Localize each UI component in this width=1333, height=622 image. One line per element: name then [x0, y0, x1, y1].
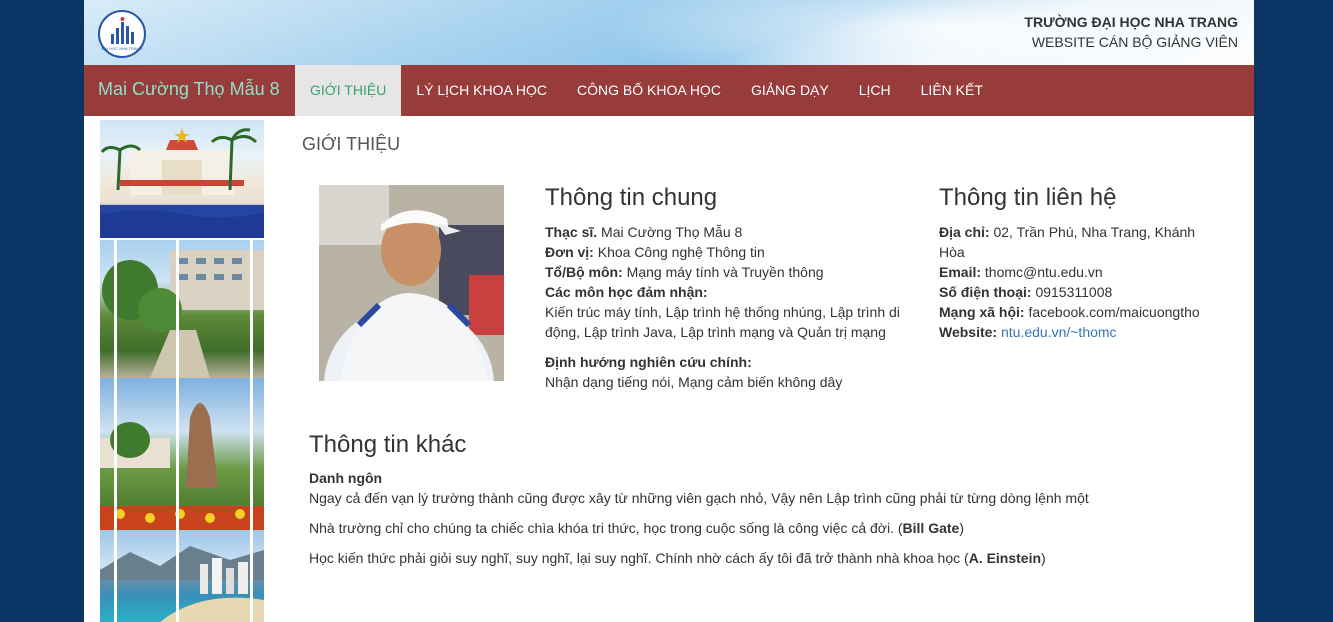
- page: ĐẠI HỌC NHA TRANG TRƯỜNG ĐẠI HỌC NHA TRA…: [84, 0, 1254, 622]
- school-info: TRƯỜNG ĐẠI HỌC NHA TRANG WEBSITE CÁN BỘ …: [1024, 12, 1238, 52]
- social-value: facebook.com/maicuongtho: [1024, 304, 1200, 320]
- contact-info: Thông tin liên hệ Địa chỉ: 02, Trần Phú,…: [939, 182, 1209, 342]
- research-value: Nhận dạng tiếng nói, Mạng cảm biến không…: [545, 374, 843, 390]
- nha-trang-bay-image: [100, 530, 264, 622]
- unit-label: Đơn vị:: [545, 244, 594, 260]
- nav-item-lich[interactable]: LỊCH: [844, 65, 906, 116]
- campus-building-image: [100, 120, 264, 238]
- strip-divider: [114, 240, 117, 622]
- social-label: Mạng xã hội:: [939, 304, 1025, 320]
- nav-items: GIỚI THIỆU LÝ LỊCH KHOA HỌC CÔNG BỐ KHOA…: [295, 65, 998, 116]
- campus-monument-image: [100, 378, 264, 530]
- page-title: GIỚI THIỆU: [302, 134, 401, 154]
- dept-row: Tổ/Bộ môn: Mạng máy tính và Truyền thông: [545, 262, 915, 282]
- phone-value: 0915311008: [1031, 284, 1113, 300]
- other-info-heading: Thông tin khác: [309, 431, 467, 458]
- research-label: Định hướng nghiên cứu chính:: [545, 354, 752, 370]
- logo-text: ĐẠI HỌC NHA TRANG: [101, 46, 142, 51]
- quote-2-end: ): [959, 520, 964, 536]
- nav-item-lien-ket[interactable]: LIÊN KẾT: [906, 65, 998, 116]
- ntu-logo-icon[interactable]: ĐẠI HỌC NHA TRANG: [98, 10, 146, 58]
- phone-label: Số điện thoại:: [939, 284, 1032, 300]
- general-info: Thông tin chung Thạc sĩ. Mai Cường Thọ M…: [545, 182, 915, 392]
- lecturer-photo: [319, 185, 504, 381]
- campus-garden-image: [100, 240, 264, 378]
- header-banner: ĐẠI HỌC NHA TRANG TRƯỜNG ĐẠI HỌC NHA TRA…: [84, 0, 1254, 65]
- quote-3-text: Học kiến thức phải giỏi suy nghĩ, suy ng…: [309, 550, 969, 566]
- dept-value: Mạng máy tính và Truyền thông: [622, 264, 824, 280]
- website-row: Website: ntu.edu.vn/~thomc: [939, 322, 1209, 342]
- quote-2-author: Bill Gate: [902, 520, 960, 536]
- nav-item-giang-day[interactable]: GIẢNG DẠY: [736, 65, 844, 116]
- degree-label: Thạc sĩ.: [545, 224, 598, 240]
- other-info: Thông tin khác Danh ngôn Ngay cả đến vạn…: [309, 430, 1209, 578]
- website-link[interactable]: ntu.edu.vn/~thomc: [1001, 324, 1117, 340]
- main-nav: Mai Cường Thọ Mẫu 8 GIỚI THIỆU LÝ LỊCH K…: [84, 65, 1254, 116]
- courses-label: Các môn học đảm nhận:: [545, 284, 708, 300]
- nav-item-gioi-thieu[interactable]: GIỚI THIỆU: [295, 65, 402, 116]
- degree-row: Thạc sĩ. Mai Cường Thọ Mẫu 8: [545, 222, 915, 242]
- quote-3-end: ): [1041, 550, 1046, 566]
- website-label: Website:: [939, 324, 998, 340]
- phone-row: Số điện thoại: 0915311008: [939, 282, 1209, 302]
- email-value: thomc@ntu.edu.vn: [981, 264, 1103, 280]
- quote-2-text: Nhà trường chỉ cho chúng ta chiếc chìa k…: [309, 520, 903, 536]
- social-row: Mạng xã hội: facebook.com/maicuongtho: [939, 302, 1209, 322]
- site-name: WEBSITE CÁN BỘ GIẢNG VIÊN: [1031, 34, 1238, 50]
- address-label: Địa chỉ:: [939, 224, 990, 240]
- email-row: Email: thomc@ntu.edu.vn: [939, 262, 1209, 282]
- main-content: GIỚI THIỆU Thông tin chung Thạc sĩ. Mai …: [302, 116, 1242, 622]
- campus-image-strip: [100, 120, 264, 622]
- unit-row: Đơn vị: Khoa Công nghệ Thông tin: [545, 242, 915, 262]
- nav-item-ly-lich-khoa-hoc[interactable]: LÝ LỊCH KHOA HỌC: [401, 65, 562, 116]
- dept-label: Tổ/Bộ môn:: [545, 264, 623, 280]
- brand-name[interactable]: Mai Cường Thọ Mẫu 8: [98, 79, 280, 100]
- quote-2: Nhà trường chỉ cho chúng ta chiếc chìa k…: [309, 518, 1209, 538]
- lecturer-name: Mai Cường Thọ Mẫu 8: [597, 224, 743, 240]
- quote-3-author: A. Einstein: [968, 550, 1042, 566]
- quote-3: Học kiến thức phải giỏi suy nghĩ, suy ng…: [309, 548, 1209, 568]
- strip-divider: [250, 240, 253, 622]
- courses-value: Kiến trúc máy tính, Lập trình hệ thống n…: [545, 304, 900, 340]
- unit-value: Khoa Công nghệ Thông tin: [593, 244, 765, 260]
- school-name: TRƯỜNG ĐẠI HỌC NHA TRANG: [1024, 14, 1238, 30]
- nav-item-cong-bo-khoa-hoc[interactable]: CÔNG BỐ KHOA HỌC: [562, 65, 736, 116]
- contact-info-heading: Thông tin liên hệ: [939, 184, 1117, 211]
- email-label: Email:: [939, 264, 982, 280]
- quote-1: Ngay cả đến vạn lý trường thành cũng đượ…: [309, 490, 1089, 506]
- quotes-label: Danh ngôn: [309, 470, 383, 486]
- strip-divider: [176, 240, 179, 622]
- address-row: Địa chỉ: 02, Trần Phú, Nha Trang, Khánh …: [939, 222, 1209, 262]
- general-info-heading: Thông tin chung: [545, 184, 718, 211]
